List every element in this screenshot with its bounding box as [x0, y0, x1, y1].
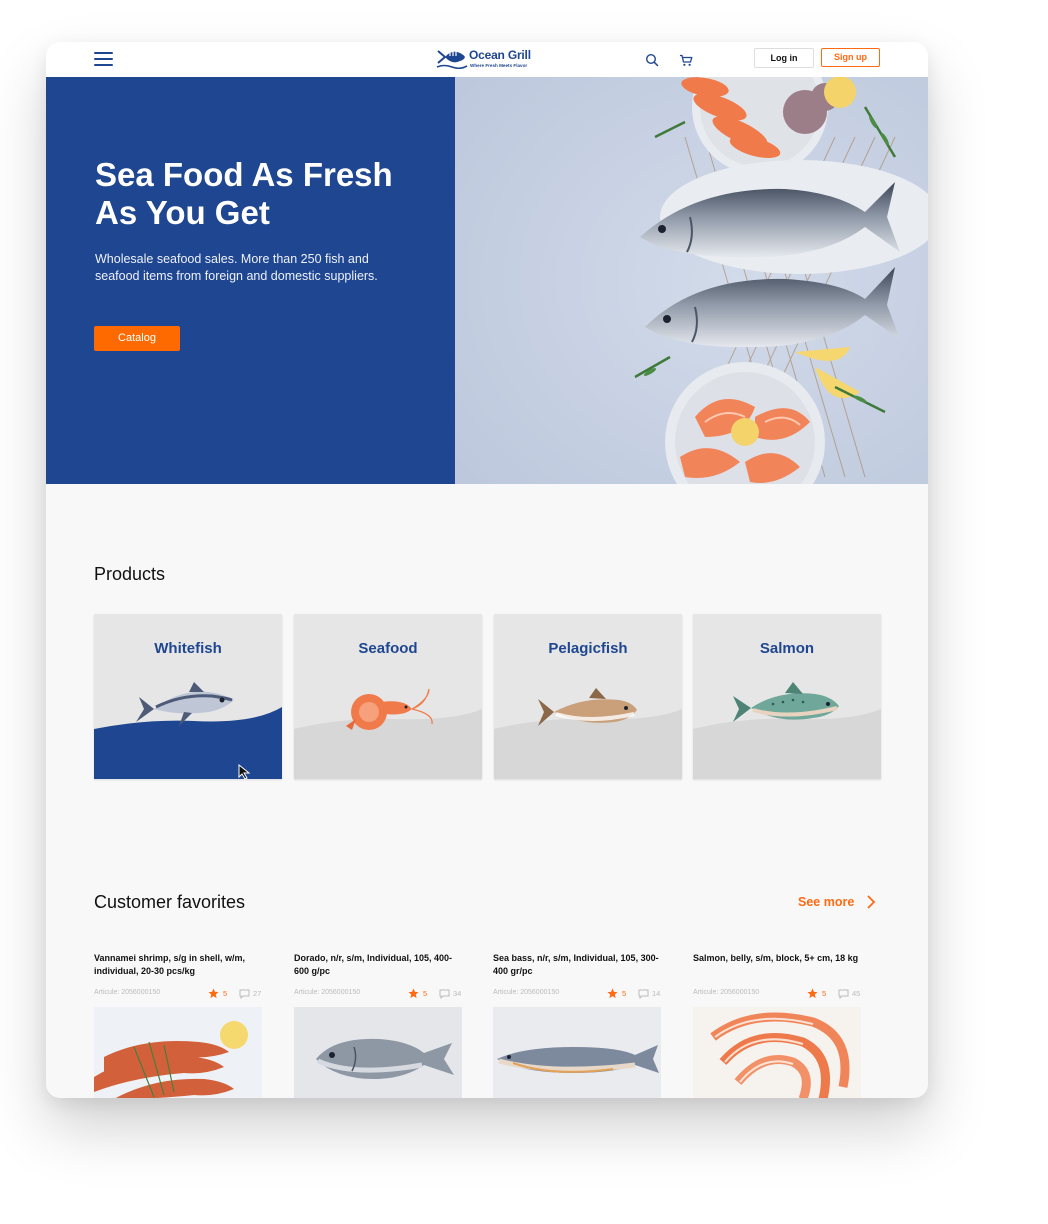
product-meta: Articule: 2056000150 5 45	[693, 988, 861, 1001]
favorites-heading: Customer favorites	[94, 892, 246, 912]
category-card-seafood[interactable]: Seafood	[294, 614, 482, 779]
comment-icon	[838, 989, 849, 999]
shrimp-icon	[346, 688, 433, 730]
browser-window: Ocean Grill Where Fresh Meets Flavor Log…	[46, 42, 928, 1098]
product-meta: Articule: 2056000150 5 34	[294, 988, 462, 1001]
star-icon	[807, 988, 818, 999]
see-more-link[interactable]: See more	[798, 895, 854, 909]
product-comments: 14	[652, 989, 661, 998]
login-button[interactable]: Log in	[754, 48, 814, 68]
comment-icon	[239, 989, 250, 999]
hero-title: Sea Food As Fresh As You Get	[95, 156, 393, 231]
product-meta: Articule: 2056000150 5 14	[493, 988, 661, 1001]
whitefish-icon	[136, 682, 234, 726]
pelagicfish-icon	[538, 688, 637, 726]
product-rating: 5	[622, 989, 627, 998]
product-comments: 27	[253, 989, 262, 998]
cart-icon[interactable]	[678, 52, 694, 68]
product-article: Articule: 2056000150	[493, 989, 560, 996]
product-name[interactable]: Vannamei shrimp, s/g in shell, w/m, indi…	[94, 952, 262, 978]
comment-icon	[638, 989, 649, 999]
hero-image	[455, 77, 928, 484]
catalog-button[interactable]: Catalog	[94, 326, 180, 351]
hero-subtitle: Wholesale seafood sales. More than 250 f…	[95, 252, 378, 283]
hero-panel: Sea Food As Fresh As You Get Wholesale s…	[46, 77, 455, 484]
product-rating: 5	[423, 989, 428, 998]
comment-icon	[439, 989, 450, 999]
product-name[interactable]: Salmon, belly, s/m, block, 5+ cm, 18 kg	[693, 952, 861, 965]
logo-name: Ocean Grill	[469, 48, 531, 62]
logo-tagline: Where Fresh Meets Flavor	[470, 63, 528, 68]
salmon-belly-photo[interactable]	[693, 1007, 861, 1098]
top-navbar: Ocean Grill Where Fresh Meets Flavor Log…	[46, 42, 928, 77]
star-icon	[408, 988, 419, 999]
hamburger-icon[interactable]	[94, 52, 113, 66]
signup-button[interactable]: Sign up	[821, 48, 880, 67]
chevron-right-icon[interactable]	[866, 894, 876, 910]
shrimp-photo[interactable]	[94, 1007, 262, 1098]
product-article: Articule: 2056000150	[94, 989, 161, 996]
product-name[interactable]: Sea bass, n/r, s/m, Individual, 105, 300…	[493, 952, 661, 978]
product-comments: 34	[453, 989, 462, 998]
product-article: Articule: 2056000150	[693, 989, 760, 996]
category-card-salmon[interactable]: Salmon	[693, 614, 881, 779]
search-icon[interactable]	[644, 52, 660, 68]
product-comments: 45	[852, 989, 861, 998]
category-card-pelagicfish[interactable]: Pelagicfish	[494, 614, 682, 779]
dorado-photo[interactable]	[294, 1007, 462, 1098]
star-icon	[607, 988, 618, 999]
category-card-whitefish[interactable]: Whitefish	[94, 614, 282, 779]
sea-bass-photo[interactable]	[493, 1007, 661, 1098]
product-rating: 5	[822, 989, 827, 998]
product-meta: Articule: 2056000150 5 27	[94, 988, 262, 1001]
salmon-icon	[733, 682, 839, 722]
star-icon	[208, 988, 219, 999]
product-article: Articule: 2056000150	[294, 989, 361, 996]
fish-fork-logo-icon	[436, 50, 468, 69]
product-name[interactable]: Dorado, n/r, s/m, Individual, 105, 400-6…	[294, 952, 462, 978]
logo[interactable]: Ocean Grill Where Fresh Meets Flavor	[436, 46, 546, 72]
products-heading: Products	[94, 564, 166, 584]
product-rating: 5	[223, 989, 228, 998]
cursor-icon	[238, 764, 251, 779]
